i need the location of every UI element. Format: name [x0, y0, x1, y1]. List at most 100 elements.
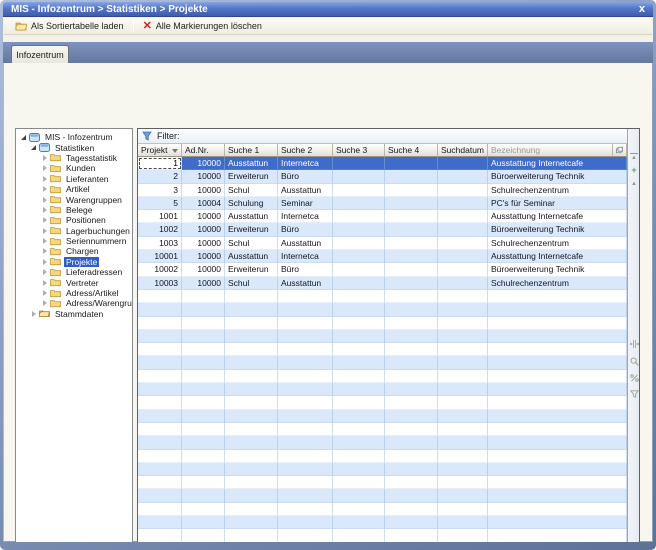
expander-collapsed-icon[interactable]	[40, 195, 49, 204]
table-row[interactable]	[138, 317, 627, 330]
table-row[interactable]	[138, 383, 627, 396]
table-row[interactable]: 1003 10000 Schul Ausstattun Schulrechenz…	[138, 237, 627, 250]
tree-item-kunden[interactable]: Kunden	[16, 163, 132, 173]
tree-item-lieferadressen[interactable]: Lieferadressen	[16, 267, 132, 277]
table-row[interactable]: 1001 10000 Ausstattun Internetca Ausstat…	[138, 210, 627, 223]
tree-item-adress-artikel[interactable]: Adress/Artikel	[16, 288, 132, 298]
cell-bezeichnung: Schulrechenzentrum	[488, 184, 627, 197]
table-row[interactable]	[138, 343, 627, 356]
tree-item-artikel[interactable]: Artikel	[16, 184, 132, 194]
expander-expanded-icon[interactable]	[19, 133, 28, 142]
expander-collapsed-icon[interactable]	[40, 226, 49, 235]
sort-arrow-icon[interactable]	[172, 149, 178, 153]
table-row[interactable]: 3 10000 Schul Ausstattun Schulrechenzent…	[138, 184, 627, 197]
tree-item-chargen[interactable]: Chargen	[16, 246, 132, 256]
tree-item-statistiken[interactable]: Statistiken	[16, 142, 132, 152]
cell-suche3	[333, 383, 385, 396]
table-row[interactable]	[138, 410, 627, 423]
cell-suche4	[385, 489, 438, 502]
expander-collapsed-icon[interactable]	[40, 247, 49, 256]
table-row[interactable]	[138, 436, 627, 449]
column-header-suche2[interactable]: Suche 2	[278, 144, 333, 157]
tree-item-warengruppen[interactable]: Warengruppen	[16, 194, 132, 204]
column-header-projekt[interactable]: Projekt	[138, 144, 182, 157]
cell-suche2	[278, 290, 333, 303]
table-row[interactable]	[138, 476, 627, 489]
close-icon[interactable]: x	[639, 3, 645, 16]
expander-collapsed-icon[interactable]	[40, 237, 49, 246]
column-header-adnr[interactable]: Ad.Nr.	[182, 144, 225, 157]
expander-collapsed-icon[interactable]	[40, 257, 49, 266]
column-header-suche3[interactable]: Suche 3	[333, 144, 385, 157]
table-row[interactable]	[138, 290, 627, 303]
grid-scroll-strip[interactable]: ▲ + ▲ ▼ +	[627, 129, 639, 542]
table-row[interactable]	[138, 450, 627, 463]
tree-item-label: Adress/Warengruppen	[64, 298, 133, 308]
table-row[interactable]	[138, 370, 627, 383]
scroll-up-icon[interactable]: ▲	[628, 180, 640, 188]
goto-first-row-icon[interactable]: ▲	[628, 153, 640, 162]
insert-row-icon[interactable]: +	[628, 166, 640, 174]
cell-adnr	[182, 317, 225, 330]
table-row[interactable]	[138, 396, 627, 409]
table-row[interactable]: 10003 10000 Schul Ausstattun Schulrechen…	[138, 277, 627, 290]
cell-suchdatum	[438, 197, 488, 210]
clear-marks-button[interactable]: ✕ Alle Markierungen löschen	[138, 19, 267, 34]
tree-item-lagerbuchungen[interactable]: Lagerbuchungen	[16, 226, 132, 236]
table-row[interactable]: 10002 10000 Erweiterun Büro Büroerweiter…	[138, 263, 627, 276]
expander-collapsed-icon[interactable]	[40, 153, 49, 162]
tree-item-belege[interactable]: Belege	[16, 205, 132, 215]
expander-collapsed-icon[interactable]	[29, 309, 38, 318]
percent-icon[interactable]	[628, 374, 640, 382]
tree-item-label: Belege	[64, 205, 94, 215]
cell-bezeichnung: Büroerweiterung Technik	[488, 223, 627, 236]
table-row[interactable]: 5 10004 Schulung Seminar PC's für Semina…	[138, 197, 627, 210]
column-header-label: Suche 4	[388, 145, 419, 155]
table-row[interactable]	[138, 516, 627, 529]
search-icon[interactable]	[628, 357, 640, 366]
table-row[interactable]: 1002 10000 Erweiterun Büro Büroerweiteru…	[138, 223, 627, 236]
cell-suche2: Ausstattun	[278, 277, 333, 290]
tab-infozentrum[interactable]: Infozentrum	[11, 45, 69, 63]
expander-expanded-icon[interactable]	[29, 143, 38, 152]
table-row[interactable]: 1 10000 Ausstattun Internetca Ausstattun…	[138, 157, 627, 170]
expander-collapsed-icon[interactable]	[40, 289, 49, 298]
load-sort-table-button[interactable]: Als Sortiertabelle laden	[10, 19, 129, 34]
tree-item-mis-infozentrum[interactable]: MIS - Infozentrum	[16, 132, 132, 142]
column-chooser-icon[interactable]	[613, 144, 627, 157]
tree-item-seriennummern[interactable]: Seriennummern	[16, 236, 132, 246]
expander-collapsed-icon[interactable]	[40, 164, 49, 173]
table-row[interactable]: 10001 10000 Ausstattun Internetca Aussta…	[138, 250, 627, 263]
table-row[interactable]: 2 10000 Erweiterun Büro Büroerweiterung …	[138, 170, 627, 183]
expander-collapsed-icon[interactable]	[40, 185, 49, 194]
expander-collapsed-icon[interactable]	[40, 205, 49, 214]
column-header-suche1[interactable]: Suche 1	[225, 144, 278, 157]
filter-small-icon[interactable]	[628, 390, 640, 398]
tree-item-projekte[interactable]: Projekte	[16, 257, 132, 267]
tree-item-stammdaten[interactable]: Stammdaten	[16, 309, 132, 319]
expander-collapsed-icon[interactable]	[40, 268, 49, 277]
table-row[interactable]	[138, 303, 627, 316]
column-header-bezeichnung[interactable]: Bezeichnung	[488, 144, 613, 157]
table-row[interactable]	[138, 330, 627, 343]
table-row[interactable]	[138, 463, 627, 476]
table-row[interactable]	[138, 529, 627, 542]
grid-filter-row[interactable]: Filter:	[138, 129, 627, 144]
tree-item-tagesstatistik[interactable]: Tagesstatistik	[16, 153, 132, 163]
cell-projekt	[138, 436, 182, 449]
tree-item-lieferanten[interactable]: Lieferanten	[16, 174, 132, 184]
table-row[interactable]	[138, 489, 627, 502]
tree-item-adress-warengruppen[interactable]: Adress/Warengruppen	[16, 298, 132, 308]
tree-item-positionen[interactable]: Positionen	[16, 215, 132, 225]
table-row[interactable]	[138, 356, 627, 369]
column-header-suchdatum[interactable]: Suchdatum	[438, 144, 488, 157]
expander-collapsed-icon[interactable]	[40, 278, 49, 287]
table-row[interactable]	[138, 503, 627, 516]
column-header-suche4[interactable]: Suche 4	[385, 144, 438, 157]
table-row[interactable]	[138, 423, 627, 436]
expander-collapsed-icon[interactable]	[40, 174, 49, 183]
tree-item-vertreter[interactable]: Vertreter	[16, 277, 132, 287]
expander-collapsed-icon[interactable]	[40, 299, 49, 308]
fit-columns-icon[interactable]	[628, 340, 640, 348]
expander-collapsed-icon[interactable]	[40, 216, 49, 225]
